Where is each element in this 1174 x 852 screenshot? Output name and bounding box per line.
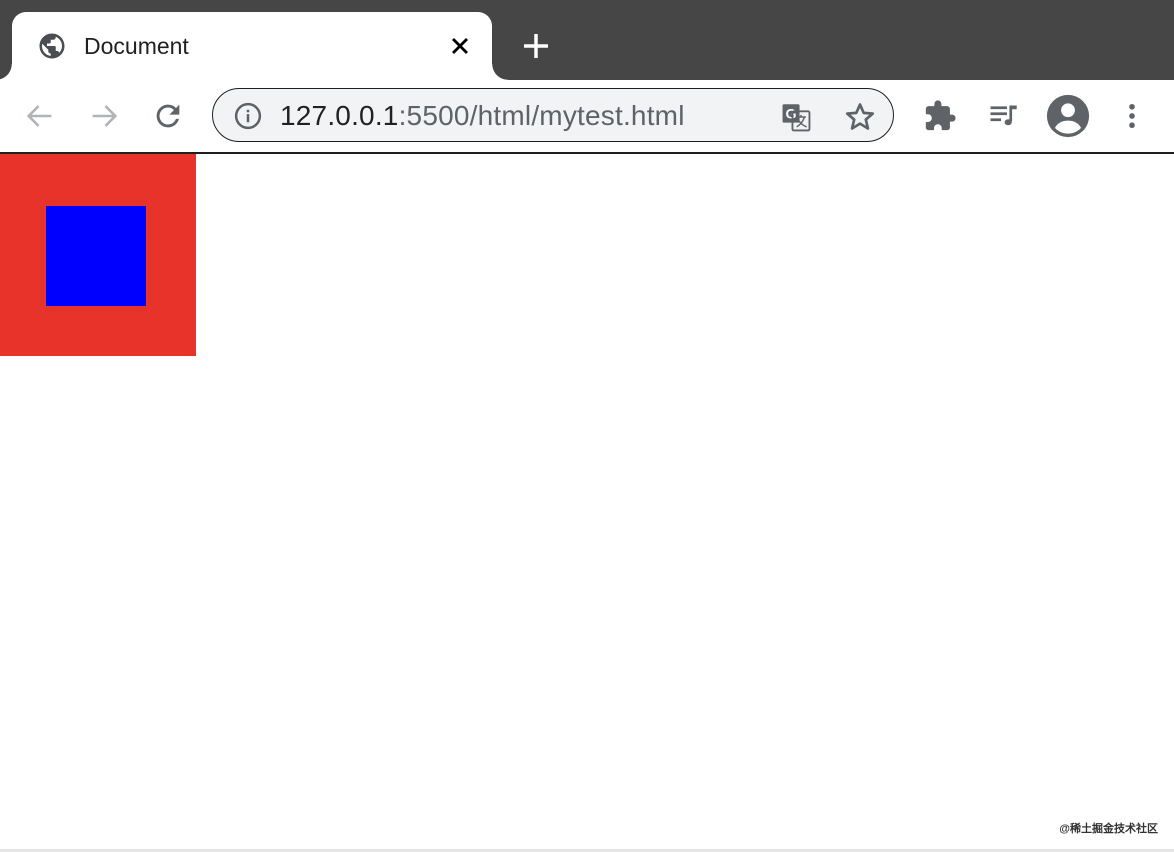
queue-music-icon: [990, 105, 1017, 126]
blue-inner-box: [46, 206, 146, 306]
globe-icon: [39, 33, 65, 59]
svg-text:G: G: [786, 106, 797, 122]
url-text[interactable]: 127.0.0.1:5500/html/mytest.html: [280, 101, 685, 131]
red-outer-box: [0, 154, 196, 356]
address-bar[interactable]: 127.0.0.1:5500/html/mytest.html G: [212, 88, 894, 142]
browser-toolbar: 127.0.0.1:5500/html/mytest.html G: [0, 80, 1174, 154]
arrow-left-icon: [26, 105, 52, 127]
url-host: 127.0.0.1: [280, 100, 399, 131]
tab-document[interactable]: Document: [0, 12, 508, 80]
profile-button[interactable]: [1044, 92, 1092, 140]
media-control-button[interactable]: [984, 96, 1024, 136]
tab-title: Document: [84, 33, 189, 59]
star-icon[interactable]: [843, 100, 877, 134]
translate-icon[interactable]: G: [779, 100, 813, 134]
page-content: @稀土掘金技术社区: [0, 154, 1174, 850]
back-button[interactable]: [20, 96, 60, 136]
menu-button[interactable]: [1112, 96, 1152, 136]
new-tab-button[interactable]: [520, 30, 552, 62]
account-circle-icon: [1046, 94, 1090, 138]
puzzle-icon: [925, 100, 956, 131]
watermark: @稀土掘金技术社区: [1059, 823, 1158, 835]
forward-button[interactable]: [84, 96, 124, 136]
more-vert-icon: [1129, 103, 1135, 129]
extensions-button[interactable]: [920, 96, 960, 136]
arrow-right-icon: [92, 105, 118, 127]
reload-button[interactable]: [148, 96, 188, 136]
url-path: :5500/html/mytest.html: [398, 100, 685, 131]
tab-strip: Document: [0, 0, 1174, 80]
reload-icon: [156, 104, 180, 128]
info-icon[interactable]: [233, 101, 263, 131]
close-icon[interactable]: [448, 34, 472, 58]
